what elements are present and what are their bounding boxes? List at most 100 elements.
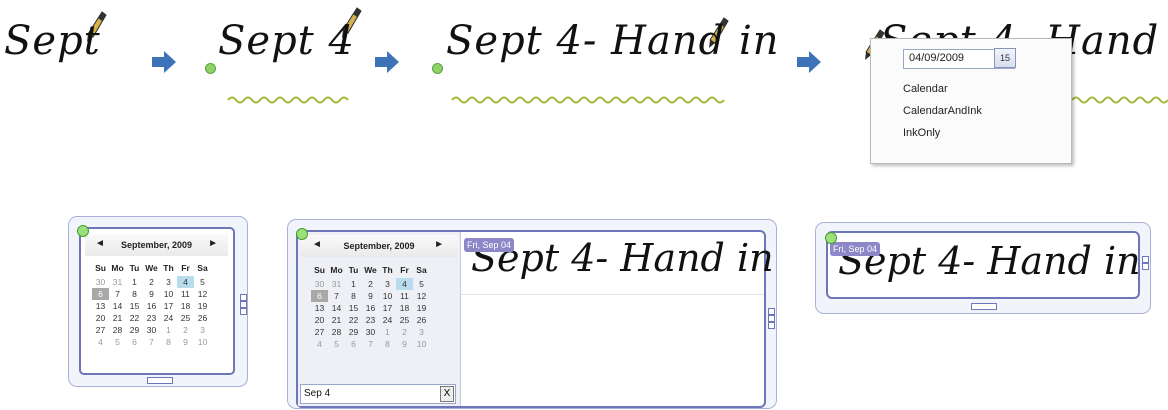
calendar-day[interactable]: 21 [328,314,345,326]
clear-button[interactable]: X [440,386,454,402]
resize-grip[interactable] [1142,263,1149,270]
calendar-day[interactable]: 2 [177,324,194,336]
calendar-day[interactable]: 4 [396,278,413,290]
calendar-day[interactable]: 30 [92,276,109,288]
calendar-day[interactable]: 8 [345,290,362,302]
calendar-day[interactable]: 5 [109,336,126,348]
resize-grip[interactable] [1142,256,1149,263]
date-search-input[interactable]: Sep 4 X [300,384,456,404]
calendar-day[interactable]: 17 [379,302,396,314]
calendar-day[interactable]: 15 [126,300,143,312]
resize-grip[interactable] [240,308,247,315]
calendar-day[interactable]: 3 [194,324,211,336]
calendar-day[interactable]: 1 [160,324,177,336]
calendar-day[interactable]: 18 [396,302,413,314]
calendar-day[interactable]: 26 [194,312,211,324]
calendar-day[interactable]: 22 [345,314,362,326]
calendar-day[interactable]: 8 [379,338,396,350]
ink-only-frame[interactable]: Sept 4- Hand in Fri, Sep 04 [826,231,1141,299]
calendar-day[interactable]: 5 [413,278,430,290]
calendar-day[interactable]: 24 [160,312,177,324]
calendar-day[interactable]: 8 [126,288,143,300]
calendar-day[interactable]: 6 [345,338,362,350]
calendar-day[interactable]: 6 [126,336,143,348]
calendar-day[interactable]: 7 [362,338,379,350]
calendar-day[interactable]: 9 [177,336,194,348]
calendar-day[interactable]: 2 [143,276,160,288]
calendar-day[interactable]: 16 [143,300,160,312]
calendar-day[interactable]: 5 [328,338,345,350]
menu-item-calendar-and-ink[interactable]: CalendarAndInk [903,105,982,117]
calendar-day[interactable]: 13 [311,302,328,314]
calendar-day[interactable]: 6 [311,290,328,302]
calendar-day[interactable]: 12 [194,288,211,300]
calendar-day[interactable]: 31 [328,278,345,290]
calendar-day[interactable]: 2 [362,278,379,290]
resize-grip[interactable] [240,301,247,308]
calendar-day[interactable]: 10 [379,290,396,302]
calendar-day[interactable]: 25 [177,312,194,324]
next-month-button[interactable]: ► [434,239,444,250]
calendar-day[interactable]: 4 [92,336,109,348]
calendar-day[interactable]: 8 [160,336,177,348]
calendar-day[interactable]: 21 [109,312,126,324]
calendar-day[interactable]: 4 [311,338,328,350]
resize-grip[interactable] [768,322,775,329]
next-month-button[interactable]: ► [208,238,218,249]
calendar-day[interactable]: 9 [362,290,379,302]
calendar-day[interactable]: 10 [194,336,211,348]
calendar-day[interactable]: 11 [396,290,413,302]
resize-grip[interactable] [768,315,775,322]
calendar-day[interactable]: 3 [160,276,177,288]
calendar-day[interactable]: 16 [362,302,379,314]
calendar-day[interactable]: 23 [362,314,379,326]
calendar-day[interactable]: 20 [92,312,109,324]
calendar-day[interactable]: 27 [311,326,328,338]
calendar-day[interactable]: 13 [92,300,109,312]
calendar-day[interactable]: 10 [413,338,430,350]
calendar-day[interactable]: 4 [177,276,194,288]
calendar-icon[interactable]: 15 [994,48,1016,68]
resize-grip[interactable] [971,303,997,310]
calendar-day[interactable]: 30 [311,278,328,290]
date-field[interactable]: 04/09/2009 15 [903,48,1016,69]
calendar-day[interactable]: 26 [413,314,430,326]
calendar-day[interactable]: 7 [109,288,126,300]
menu-item-ink-only[interactable]: InkOnly [903,127,940,139]
calendar-day[interactable]: 27 [92,324,109,336]
calendar-day[interactable]: 15 [345,302,362,314]
calendar-day[interactable]: 19 [413,302,430,314]
calendar-day[interactable]: 28 [328,326,345,338]
calendar-day[interactable]: 2 [396,326,413,338]
calendar-day[interactable]: 31 [109,276,126,288]
calendar-day[interactable]: 24 [379,314,396,326]
calendar-day[interactable]: 9 [396,338,413,350]
menu-item-calendar[interactable]: Calendar [903,83,948,95]
calendar-day[interactable]: 28 [109,324,126,336]
calendar-day[interactable]: 5 [194,276,211,288]
calendar-day[interactable]: 12 [413,290,430,302]
calendar-day[interactable]: 22 [126,312,143,324]
calendar-day[interactable]: 6 [92,288,109,300]
calendar-day[interactable]: 3 [413,326,430,338]
calendar-day[interactable]: 23 [143,312,160,324]
calendar-day[interactable]: 9 [143,288,160,300]
calendar-day[interactable]: 7 [328,290,345,302]
calendar-day[interactable]: 29 [345,326,362,338]
calendar-day[interactable]: 20 [311,314,328,326]
resize-grip[interactable] [240,294,247,301]
calendar-day[interactable]: 7 [143,336,160,348]
calendar-day[interactable]: 30 [362,326,379,338]
calendar-day[interactable]: 1 [126,276,143,288]
calendar-day[interactable]: 3 [379,278,396,290]
calendar-day[interactable]: 30 [143,324,160,336]
calendar-day[interactable]: 14 [109,300,126,312]
calendar-day[interactable]: 1 [379,326,396,338]
calendar-day[interactable]: 25 [396,314,413,326]
calendar-day[interactable]: 18 [177,300,194,312]
calendar-day[interactable]: 14 [328,302,345,314]
calendar-day[interactable]: 17 [160,300,177,312]
resize-grip[interactable] [768,308,775,315]
calendar-day[interactable]: 29 [126,324,143,336]
calendar-day[interactable]: 11 [177,288,194,300]
